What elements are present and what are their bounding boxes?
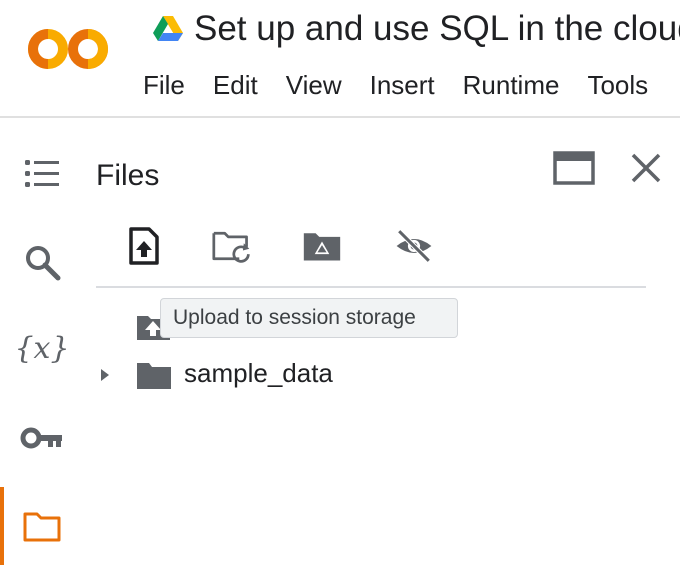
sample-data-folder-icon[interactable] [136,360,172,390]
refresh-folder-icon[interactable] [212,226,252,266]
table-of-contents-icon[interactable] [20,154,64,194]
hide-hidden-files-icon[interactable] [394,226,434,266]
upload-tooltip: Upload to session storage [160,298,458,338]
menu-file[interactable]: File [143,70,185,100]
secrets-key-icon[interactable] [20,418,64,458]
menu-insert[interactable]: Insert [370,70,435,100]
upload-file-icon[interactable] [124,226,164,266]
close-icon[interactable] [628,150,664,186]
folder-icon[interactable] [20,506,64,546]
header-divider [0,116,680,118]
panel-title: Files [96,159,160,192]
menu-bar: File Edit View Insert Runtime Tools [143,70,676,100]
variables-icon[interactable]: {x} [14,328,69,368]
mount-drive-icon[interactable] [302,226,342,266]
expand-chevron-icon[interactable] [98,366,112,384]
google-drive-icon[interactable] [152,14,184,42]
panel-divider [96,286,646,288]
open-in-tab-icon[interactable] [552,150,596,186]
search-icon[interactable] [20,242,64,282]
active-tab-indicator [0,487,4,565]
menu-tools[interactable]: Tools [587,70,648,100]
menu-edit[interactable]: Edit [213,70,258,100]
colab-logo[interactable] [26,24,112,74]
sample-data-folder-label[interactable]: sample_data [184,356,333,390]
menu-runtime[interactable]: Runtime [463,70,560,100]
menu-view[interactable]: View [286,70,342,100]
notebook-title[interactable]: Set up and use SQL in the cloud [194,8,680,50]
